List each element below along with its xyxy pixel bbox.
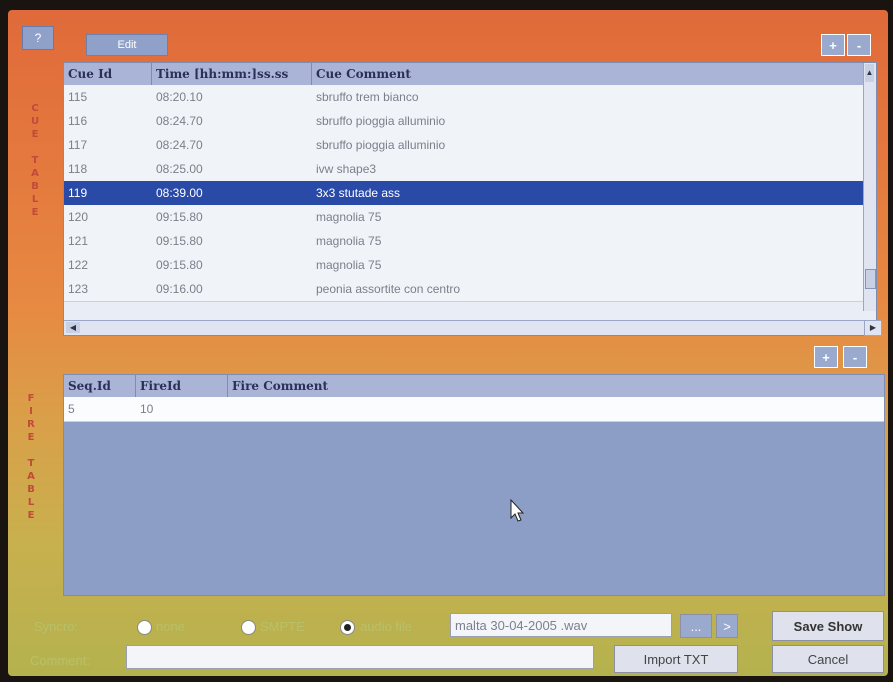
label-letter: T bbox=[27, 458, 35, 469]
fire-table-label: FIRETABLE bbox=[24, 392, 38, 522]
label-letter: U bbox=[30, 116, 40, 127]
help-button[interactable]: ? bbox=[22, 26, 54, 50]
cue-table-label: CUETABLE bbox=[28, 102, 42, 219]
cell-time: 08:39.00 bbox=[156, 186, 203, 200]
comment-field[interactable] bbox=[126, 645, 594, 669]
table-row[interactable]: 118 08:25.00 ivw shape3 bbox=[64, 157, 864, 182]
radio-none-label[interactable]: none bbox=[156, 619, 185, 634]
label-letter: L bbox=[27, 497, 35, 508]
play-button[interactable]: > bbox=[716, 614, 738, 638]
label-letter: E bbox=[31, 207, 39, 218]
mouse-cursor-icon bbox=[510, 499, 525, 522]
cell-comment: peonia assortite con centro bbox=[316, 282, 461, 296]
label-letter: L bbox=[31, 194, 39, 205]
scroll-right-icon[interactable]: ▶ bbox=[864, 320, 882, 336]
fire-table: Seq.Id FireId Fire Comment 5 10 bbox=[63, 374, 885, 596]
cancel-button[interactable]: Cancel bbox=[772, 645, 884, 673]
cell-comment: magnolia 75 bbox=[316, 258, 382, 272]
label-letter: I bbox=[29, 406, 33, 417]
label-letter: F bbox=[27, 393, 35, 404]
cell-cue-id: 119 bbox=[68, 186, 88, 200]
comment-label: Comment: bbox=[30, 653, 90, 668]
cell-time: 08:24.70 bbox=[156, 114, 203, 128]
scroll-left-icon[interactable]: ◀ bbox=[66, 322, 80, 333]
table-row[interactable]: 116 08:24.70 sbruffo pioggia alluminio bbox=[64, 109, 864, 134]
label-letter: T bbox=[31, 155, 39, 166]
cell-time: 08:20.10 bbox=[156, 90, 203, 104]
edit-button[interactable]: Edit bbox=[86, 34, 168, 56]
cell-cue-id: 123 bbox=[68, 282, 89, 296]
cell-comment: sbruffo trem bianco bbox=[316, 90, 419, 104]
label-letter: A bbox=[27, 471, 35, 482]
cell-comment: magnolia 75 bbox=[316, 210, 382, 224]
cell-seq-id: 5 bbox=[68, 402, 75, 416]
cue-table-vertical-scrollbar[interactable]: ▲ bbox=[863, 63, 876, 311]
cell-comment: magnolia 75 bbox=[316, 234, 382, 248]
table-row[interactable]: 121 09:15.80 magnolia 75 bbox=[64, 229, 864, 254]
cell-time: 09:15.80 bbox=[156, 234, 203, 248]
save-show-button[interactable]: Save Show bbox=[772, 611, 884, 641]
column-header-time[interactable]: Time [hh:mm:]ss.ss bbox=[152, 63, 312, 85]
cell-cue-id: 120 bbox=[68, 210, 89, 224]
cell-time: 08:25.00 bbox=[156, 162, 203, 176]
label-letter: E bbox=[31, 129, 39, 140]
cell-comment: ivw shape3 bbox=[316, 162, 377, 176]
fire-remove-button[interactable]: - bbox=[843, 346, 867, 368]
scroll-up-icon[interactable]: ▲ bbox=[865, 64, 874, 82]
cell-cue-id: 121 bbox=[68, 234, 89, 248]
label-letter: A bbox=[31, 168, 39, 179]
cell-cue-id: 122 bbox=[68, 258, 89, 272]
column-header-cue-id[interactable]: Cue Id bbox=[64, 63, 152, 85]
label-letter: B bbox=[31, 181, 39, 192]
radio-audio-file[interactable] bbox=[340, 620, 355, 635]
cue-remove-button[interactable]: - bbox=[847, 34, 871, 56]
label-letter: B bbox=[27, 484, 35, 495]
cell-time: 09:15.80 bbox=[156, 258, 203, 272]
table-row[interactable]: 120 09:15.80 magnolia 75 bbox=[64, 205, 864, 230]
table-row[interactable]: 119 08:39.00 3x3 stutade ass bbox=[64, 181, 864, 206]
cell-cue-id: 117 bbox=[68, 138, 88, 152]
cue-table-horizontal-scrollbar[interactable]: ◀ bbox=[64, 320, 864, 335]
column-header-fire-id[interactable]: FireId bbox=[136, 375, 228, 397]
cell-cue-id: 116 bbox=[68, 114, 88, 128]
browse-button[interactable]: ... bbox=[680, 614, 712, 638]
cell-time: 09:15.80 bbox=[156, 210, 203, 224]
cell-cue-id: 118 bbox=[68, 162, 88, 176]
cell-fire-id: 10 bbox=[140, 402, 154, 416]
cue-add-button[interactable]: + bbox=[821, 34, 845, 56]
radio-smpte-label[interactable]: SMPTE bbox=[260, 619, 305, 634]
table-row[interactable]: 115 08:20.10 sbruffo trem bianco bbox=[64, 85, 864, 110]
label-letter: C bbox=[31, 103, 39, 114]
radio-smpte[interactable] bbox=[241, 620, 256, 635]
cell-comment: sbruffo pioggia alluminio bbox=[316, 114, 446, 128]
column-header-fire-comment[interactable]: Fire Comment bbox=[228, 375, 884, 397]
label-letter: E bbox=[27, 510, 35, 521]
label-letter: E bbox=[27, 432, 35, 443]
cell-comment: sbruffo pioggia alluminio bbox=[316, 138, 446, 152]
table-row[interactable]: 122 09:15.80 magnolia 75 bbox=[64, 253, 864, 278]
fire-add-button[interactable]: + bbox=[814, 346, 838, 368]
cell-time: 09:16.00 bbox=[156, 282, 203, 296]
radio-audio-file-label[interactable]: audio file bbox=[360, 619, 412, 634]
cell-cue-id: 115 bbox=[68, 90, 88, 104]
radio-none[interactable] bbox=[137, 620, 152, 635]
bottom-panel: Syncro: none SMPTE audio file malta 30-0… bbox=[8, 607, 888, 676]
cue-table: Cue Id Time [hh:mm:]ss.ss Cue Comment 11… bbox=[63, 62, 877, 336]
scroll-thumb[interactable] bbox=[865, 269, 876, 289]
import-txt-button[interactable]: Import TXT bbox=[614, 645, 738, 673]
column-header-seq-id[interactable]: Seq.Id bbox=[64, 375, 136, 397]
column-header-cue-comment[interactable]: Cue Comment bbox=[312, 63, 864, 85]
label-letter: R bbox=[27, 419, 35, 430]
cell-comment: 3x3 stutade ass bbox=[316, 186, 401, 200]
table-row[interactable]: 117 08:24.70 sbruffo pioggia alluminio bbox=[64, 133, 864, 158]
cell-fire-comment bbox=[228, 397, 884, 421]
screen: ? Edit + - CUETABLE Cue Id Time [hh:mm:]… bbox=[8, 10, 888, 676]
syncro-label: Syncro: bbox=[34, 619, 79, 634]
audio-file-field[interactable]: malta 30-04-2005 .wav bbox=[450, 613, 672, 637]
table-row[interactable]: 5 10 bbox=[64, 397, 884, 422]
cell-time: 08:24.70 bbox=[156, 138, 203, 152]
table-row[interactable]: 123 09:16.00 peonia assortite con centro bbox=[64, 277, 864, 302]
